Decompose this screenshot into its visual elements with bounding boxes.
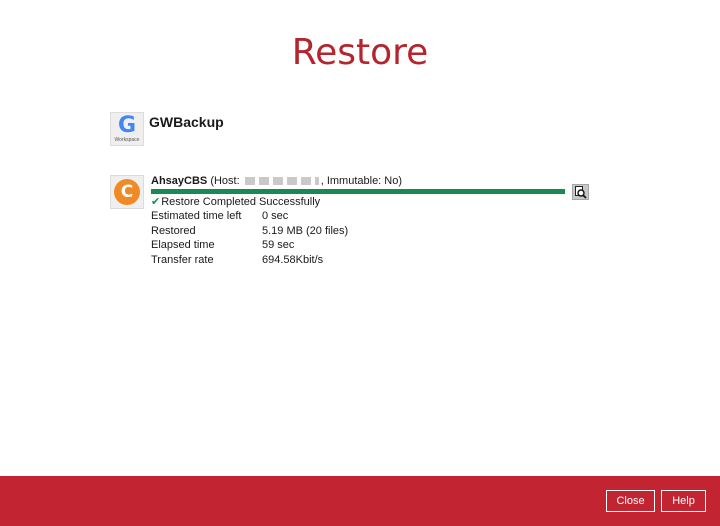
workspace-caption: Workspace xyxy=(114,137,140,143)
close-button[interactable]: Close xyxy=(606,490,655,512)
progress-fill xyxy=(151,189,565,194)
host-suffix: , Immutable: No) xyxy=(320,175,403,187)
stat-label: Elapsed time xyxy=(151,239,215,251)
restore-progress-bar xyxy=(151,189,565,194)
backup-set-name: GWBackup xyxy=(149,114,224,130)
footer-bar: Close Help xyxy=(0,476,720,526)
checkmark-icon: ✔ xyxy=(151,196,161,208)
view-log-button[interactable] xyxy=(572,184,589,200)
ahsay-logo-letter: C xyxy=(114,179,140,205)
destination-name: AhsayCBS xyxy=(151,175,208,187)
stat-value: 0 sec xyxy=(262,210,289,222)
stat-label: Transfer rate xyxy=(151,253,214,266)
host-prefix: (Host: xyxy=(210,175,240,187)
stat-row: Transfer rate 694.58Kbit/s xyxy=(151,253,348,268)
stat-row: Estimated time left 0 sec xyxy=(151,209,348,224)
stat-label: Restored xyxy=(151,224,196,237)
google-workspace-icon: G Workspace xyxy=(110,112,144,146)
ahsay-cbs-icon: C xyxy=(110,175,144,209)
stat-value: 59 sec xyxy=(262,239,295,251)
stat-label: Estimated time left xyxy=(151,210,242,222)
restore-stats: Estimated time left 0 sec Restored 5.19 MB… xyxy=(151,209,348,267)
stat-row: Elapsed time 59 sec xyxy=(151,238,348,253)
stat-value: 694.58Kbit/s xyxy=(262,253,324,266)
help-button[interactable]: Help xyxy=(661,490,706,512)
status-text: Restore Completed Successfully xyxy=(161,196,321,208)
page-title: Restore xyxy=(291,32,429,73)
magnifier-document-icon xyxy=(575,186,587,199)
stat-row: Restored 5.19 MB (20 files) xyxy=(151,224,348,239)
google-logo-letter: G xyxy=(117,113,137,138)
stat-value: 5.19 MB (20 files) xyxy=(262,224,349,237)
destination-line: AhsayCBS (Host: , Immutable: No) xyxy=(151,175,402,187)
restore-status: ✔Restore Completed Successfully xyxy=(151,195,320,208)
masked-host xyxy=(244,177,319,186)
